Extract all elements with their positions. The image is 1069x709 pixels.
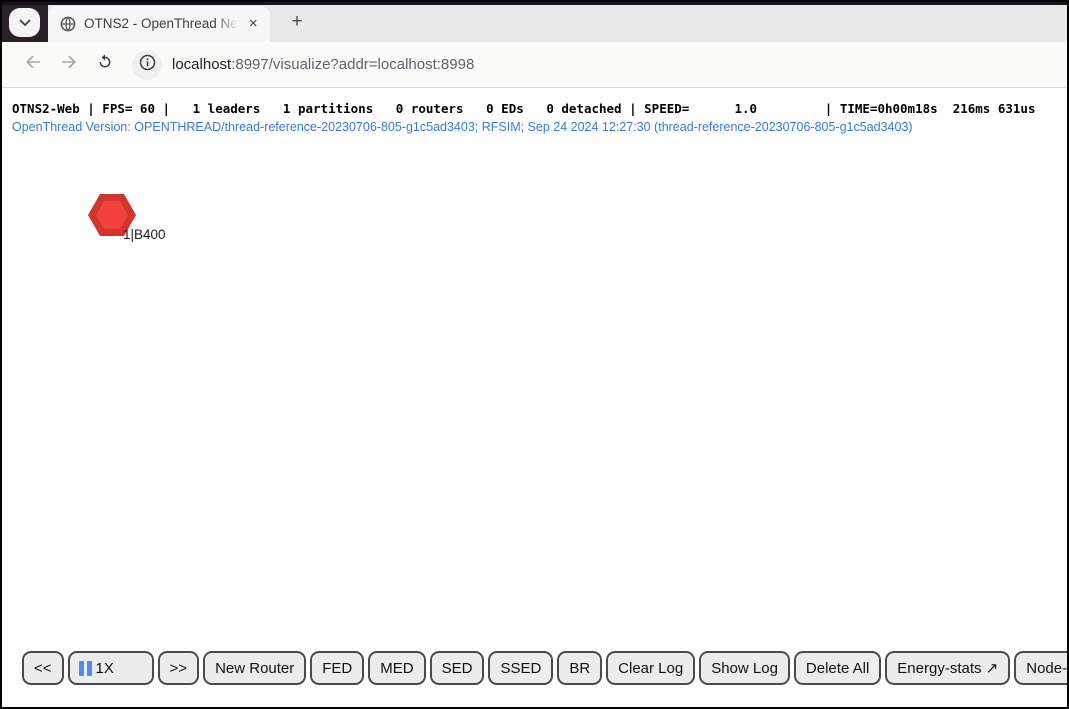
clear-log-button[interactable]: Clear Log	[606, 651, 695, 685]
new-router-button[interactable]: New Router	[203, 651, 306, 685]
forward-arrow-icon	[59, 52, 79, 77]
tab-search-button[interactable]	[9, 8, 40, 37]
chevron-down-icon	[19, 19, 31, 27]
tab-title-wrap: OTNS2 - OpenThread Ne	[84, 15, 238, 33]
simulation-status-line: OTNS2-Web | FPS= 60 | 1 leaders 1 partit…	[12, 101, 1036, 116]
pause-speed-button[interactable]: 1X	[68, 651, 154, 685]
otns-visualizer-page: OTNS2-Web | FPS= 60 | 1 leaders 1 partit…	[2, 88, 1067, 707]
delete-all-button[interactable]: Delete All	[794, 651, 881, 685]
openthread-version-line: OpenThread Version: OPENTHREAD/thread-re…	[12, 120, 913, 134]
forward-button[interactable]	[52, 48, 86, 82]
tab-strip: OTNS2 - OpenThread Ne × +	[2, 2, 1067, 42]
url-path: :8997/visualize?addr=localhost:8998	[231, 56, 474, 73]
energy-stats-button[interactable]: Energy-stats ↗	[885, 651, 1010, 685]
address-bar[interactable]: localhost:8997/visualize?addr=localhost:…	[172, 56, 474, 73]
new-tab-button[interactable]: +	[284, 10, 310, 36]
globe-icon	[60, 16, 76, 32]
ssed-button[interactable]: SSED	[488, 651, 553, 685]
med-button[interactable]: MED	[368, 651, 425, 685]
tab-otns2[interactable]: OTNS2 - OpenThread Ne ×	[48, 6, 270, 42]
reload-icon	[96, 53, 114, 76]
speed-up-button[interactable]: >>	[158, 651, 200, 685]
info-icon	[139, 54, 156, 76]
back-arrow-icon	[23, 52, 43, 77]
br-button[interactable]: BR	[557, 651, 602, 685]
url-host: localhost	[172, 56, 231, 73]
show-log-button[interactable]: Show Log	[699, 651, 790, 685]
reload-button[interactable]	[88, 48, 122, 82]
navigation-toolbar: localhost:8997/visualize?addr=localhost:…	[2, 42, 1067, 88]
browser-window: OTNS2 - OpenThread Ne × +	[0, 0, 1069, 709]
sed-button[interactable]: SED	[430, 651, 485, 685]
action-bar: << 1X >> New Router FED MED SED SSED BR …	[22, 651, 1067, 685]
back-button[interactable]	[16, 48, 50, 82]
fed-button[interactable]: FED	[310, 651, 364, 685]
slow-down-button[interactable]: <<	[22, 651, 64, 685]
tab-close-icon[interactable]: ×	[244, 15, 262, 33]
pause-icon	[79, 661, 92, 676]
node-stats-button[interactable]: Node-stats ↗	[1014, 651, 1067, 685]
node-label: 1|B400	[123, 227, 166, 242]
speed-label: 1X	[96, 660, 114, 677]
site-info-button[interactable]	[132, 50, 162, 80]
window-top-edge	[2, 2, 1067, 5]
tab-title: OTNS2 - OpenThread Ne	[84, 16, 238, 31]
